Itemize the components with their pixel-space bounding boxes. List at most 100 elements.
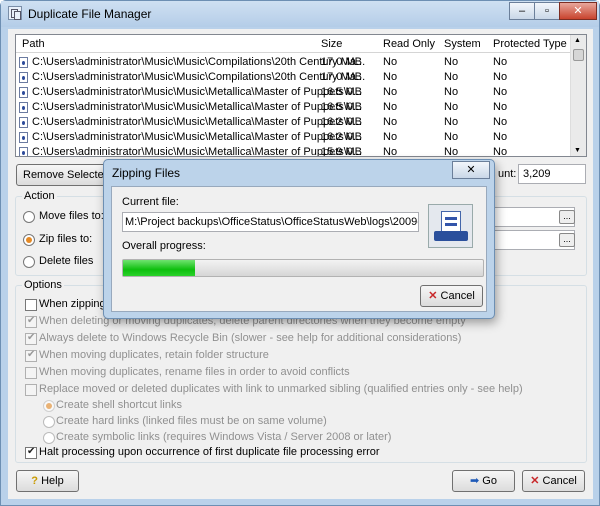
minimize-icon[interactable]: – <box>509 2 535 20</box>
option-checkbox[interactable] <box>25 384 37 396</box>
link-type-label[interactable]: Create hard links (linked files must be … <box>56 415 327 427</box>
maximize-icon[interactable]: ▫ <box>534 2 560 20</box>
browse-zip-button[interactable]: ... <box>559 233 575 247</box>
move-files-label[interactable]: Move files to: <box>39 210 104 222</box>
cell-path: C:\Users\administrator\Music\Music\Compi… <box>32 71 366 83</box>
cell-protected: No <box>493 71 508 83</box>
table-row[interactable]: C:\Users\administrator\Music\Music\Metal… <box>16 145 572 157</box>
browse-move-button[interactable]: ... <box>559 210 575 224</box>
cell-readonly: No <box>383 71 398 83</box>
cell-path: C:\Users\administrator\Music\Music\Metal… <box>32 146 363 157</box>
col-protected[interactable]: Protected Type <box>493 38 567 50</box>
option-label[interactable]: When moving duplicates, rename files in … <box>39 366 350 378</box>
zip-files-label[interactable]: Zip files to: <box>39 233 92 245</box>
table-row[interactable]: C:\Users\administrator\Music\Music\Metal… <box>16 85 572 100</box>
cell-protected: No <box>493 56 508 68</box>
cell-size: 16.5 MB <box>321 86 362 98</box>
option-checkbox[interactable] <box>25 332 37 345</box>
current-file-field: M:\Project backups\OfficeStatus\OfficeSt… <box>122 212 419 232</box>
app-icon <box>8 6 22 20</box>
cell-readonly: No <box>383 86 398 98</box>
cell-protected: No <box>493 116 508 128</box>
dialog-title: Zipping Files <box>112 166 181 180</box>
window-title: Duplicate File Manager <box>28 7 152 21</box>
music-file-icon <box>19 102 28 113</box>
cell-readonly: No <box>383 116 398 128</box>
option-checkbox[interactable] <box>25 349 37 362</box>
dialog-cancel-label: Cancel <box>440 290 475 302</box>
zip-archive-icon <box>428 204 473 248</box>
link-type-label[interactable]: Create symbolic links (requires Windows … <box>56 431 391 443</box>
cell-size: 17.0 MB <box>321 56 362 68</box>
cell-path: C:\Users\administrator\Music\Music\Metal… <box>32 101 363 113</box>
help-button[interactable]: ? Help <box>16 470 79 492</box>
options-group-label: Options <box>22 279 64 291</box>
link-type-radio[interactable] <box>43 432 55 444</box>
col-path[interactable]: Path <box>22 38 45 50</box>
cell-protected: No <box>493 131 508 143</box>
option-label[interactable]: Replace moved or deleted duplicates with… <box>39 383 523 395</box>
option-checkbox[interactable] <box>25 367 37 379</box>
col-size[interactable]: Size <box>321 38 342 50</box>
move-files-radio[interactable] <box>23 211 35 223</box>
table-row[interactable]: C:\Users\administrator\Music\Music\Compi… <box>16 55 572 70</box>
cell-size: 16.2 MB <box>321 116 362 128</box>
zip-files-radio[interactable] <box>23 234 35 246</box>
zipping-dialog: Zipping Files ✕ Current file: M:\Project… <box>103 159 495 319</box>
action-group-label: Action <box>22 190 57 202</box>
cell-path: C:\Users\administrator\Music\Music\Metal… <box>32 116 363 128</box>
option-checkbox[interactable] <box>25 315 37 328</box>
option-label[interactable]: When moving duplicates, retain folder st… <box>39 349 269 361</box>
count-value: 3,209 <box>518 164 586 184</box>
table-row[interactable]: C:\Users\administrator\Music\Music\Metal… <box>16 130 572 145</box>
main-window: Duplicate File Manager – ▫ ✕ Path Size R… <box>0 0 600 506</box>
close-icon[interactable]: ✕ <box>559 2 597 20</box>
col-readonly[interactable]: Read Only <box>383 38 435 50</box>
dialog-cancel-x-icon: ✕ <box>428 290 438 302</box>
overall-progress-bar <box>122 259 484 277</box>
delete-files-label[interactable]: Delete files <box>39 255 93 267</box>
scroll-up-icon[interactable]: ▲ <box>574 37 581 44</box>
delete-files-radio[interactable] <box>23 256 35 268</box>
option-checkbox[interactable] <box>25 299 37 311</box>
scroll-down-icon[interactable]: ▼ <box>574 147 581 154</box>
current-file-label: Current file: <box>122 196 179 208</box>
table-header: Path Size Read Only System Protected Typ… <box>16 35 572 53</box>
dialog-close-icon[interactable]: ✕ <box>452 161 490 179</box>
link-type-radio[interactable] <box>43 400 55 412</box>
link-type-radio[interactable] <box>43 416 55 428</box>
cell-size: 16.5 MB <box>321 101 362 113</box>
music-file-icon <box>19 117 28 128</box>
halt-label[interactable]: Halt processing upon occurrence of first… <box>39 446 380 458</box>
music-file-icon <box>19 72 28 83</box>
table-row[interactable]: C:\Users\administrator\Music\Music\Metal… <box>16 115 572 130</box>
cell-system: No <box>444 86 459 98</box>
duplicates-table[interactable]: Path Size Read Only System Protected Typ… <box>15 34 587 157</box>
count-label: unt: <box>498 168 517 180</box>
music-file-icon <box>19 147 28 156</box>
cell-protected: No <box>493 86 508 98</box>
cell-system: No <box>444 101 459 113</box>
dialog-cancel-button[interactable]: ✕ Cancel <box>420 285 483 307</box>
cancel-label: Cancel <box>542 475 577 487</box>
cell-path: C:\Users\administrator\Music\Music\Compi… <box>32 56 366 68</box>
cancel-button[interactable]: ✕ Cancel <box>522 470 585 492</box>
dialog-body: Current file: M:\Project backups\OfficeS… <box>111 186 487 312</box>
go-arrow-icon: ➡ <box>470 475 480 487</box>
cell-system: No <box>444 71 459 83</box>
table-scrollbar[interactable]: ▲ ▼ <box>570 35 586 156</box>
cell-readonly: No <box>383 146 398 157</box>
cell-readonly: No <box>383 101 398 113</box>
link-type-label[interactable]: Create shell shortcut links <box>56 399 182 411</box>
cell-system: No <box>444 56 459 68</box>
cell-protected: No <box>493 101 508 113</box>
option-label[interactable]: Always delete to Windows Recycle Bin (sl… <box>39 332 461 344</box>
title-bar: Duplicate File Manager – ▫ ✕ <box>1 1 599 27</box>
music-file-icon <box>19 132 28 143</box>
table-row[interactable]: C:\Users\administrator\Music\Music\Metal… <box>16 100 572 115</box>
go-button[interactable]: ➡ Go <box>452 470 515 492</box>
col-system[interactable]: System <box>444 38 481 50</box>
table-row[interactable]: C:\Users\administrator\Music\Music\Compi… <box>16 70 572 85</box>
scroll-thumb[interactable] <box>573 49 584 61</box>
halt-checkbox[interactable] <box>25 446 37 459</box>
